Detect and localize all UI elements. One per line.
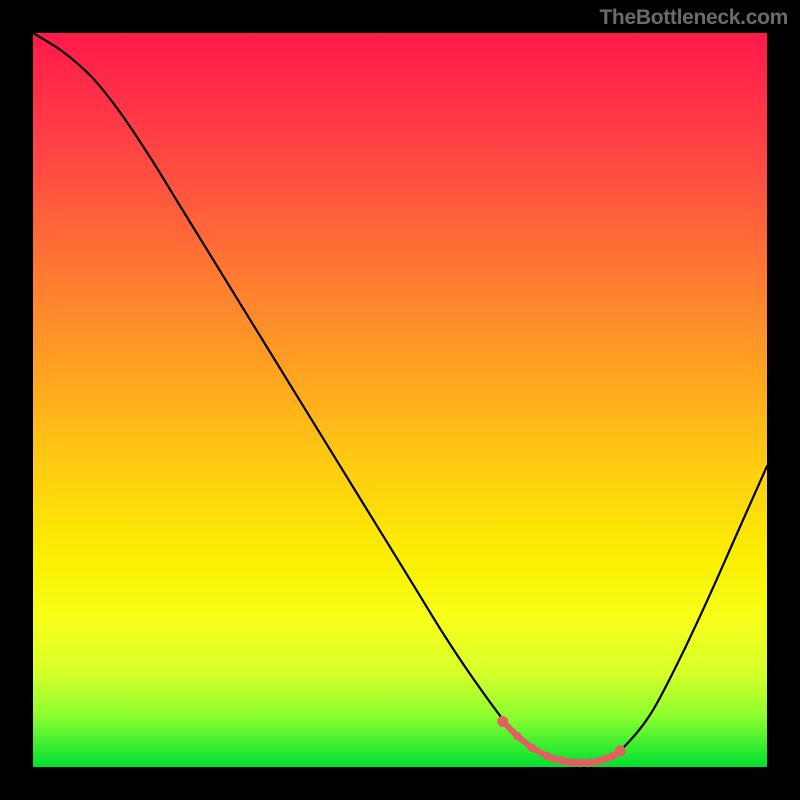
marker-dot [543,752,551,760]
bottleneck-curve [33,33,767,767]
curve-line [33,33,767,763]
marker-dot [550,755,558,763]
marker-dot [587,758,595,766]
marker-dot [572,758,580,766]
plot-area [33,33,767,767]
marker-group [497,716,625,767]
marker-dot [601,755,609,763]
marker-dot [615,745,626,756]
marker-dot [497,716,508,727]
chart-frame: TheBottleneck.com [0,0,800,800]
watermark-text: TheBottleneck.com [599,6,788,30]
marker-dot [565,758,573,766]
marker-dot [594,757,602,765]
marker-dot [513,732,521,740]
marker-dot [557,756,565,764]
marker-dot [579,758,587,766]
marker-dot [528,744,536,752]
